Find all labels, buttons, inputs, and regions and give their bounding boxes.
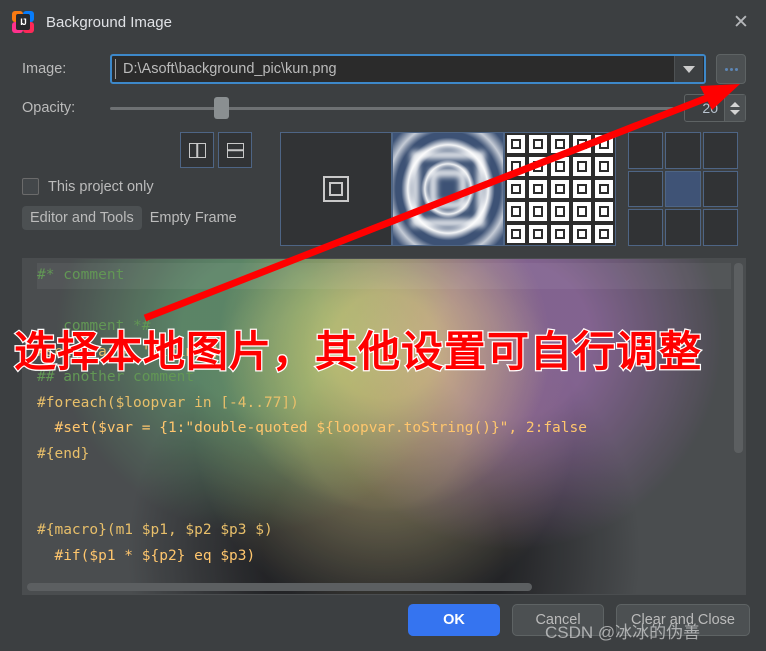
- image-row: Image: D:\Asoft\background_pic\kun.png: [22, 54, 746, 84]
- image-path-combo[interactable]: D:\Asoft\background_pic\kun.png: [110, 54, 706, 84]
- image-label: Image:: [22, 61, 67, 77]
- dialog-footer: OK Cancel Clear and Close: [0, 595, 766, 651]
- preview-vertical-scrollbar[interactable]: [734, 263, 743, 576]
- ok-button[interactable]: OK: [408, 604, 501, 636]
- image-path-input[interactable]: D:\Asoft\background_pic\kun.png: [115, 59, 674, 79]
- opacity-value[interactable]: 20: [685, 95, 724, 121]
- anchor-cell-middle-right[interactable]: [702, 170, 738, 208]
- code-line-11: #if($p1 * ${p2} eq $p3): [37, 547, 256, 564]
- code-line-5: #foreach($loopvar in [-4..77]): [37, 394, 299, 411]
- spinner-down-icon[interactable]: [730, 109, 740, 115]
- fill-tile-option[interactable]: [504, 132, 616, 246]
- code-line-1: #* comment: [37, 267, 125, 283]
- anchor-cell-bottom-center[interactable]: [665, 209, 701, 246]
- spinner-buttons[interactable]: [724, 95, 745, 121]
- tab-editor-and-tools[interactable]: Editor and Tools: [22, 206, 142, 230]
- split-vertical-icon[interactable]: [180, 132, 214, 168]
- tile-icon: [505, 133, 615, 245]
- tab-empty-frame[interactable]: Empty Frame: [142, 206, 245, 230]
- options-strip: This project only Editor and Tools Empty…: [0, 132, 766, 250]
- code-line-4: ## another comment: [37, 369, 195, 385]
- background-image-dialog: IJ Background Image ✕ Image: D:\Asoft\ba…: [0, 0, 766, 651]
- anchor-cell-top-center[interactable]: [665, 132, 701, 169]
- scope-tabs: Editor and Tools Empty Frame: [22, 206, 280, 230]
- fill-center-option[interactable]: [280, 132, 392, 246]
- code-line-2: comment *#: [37, 318, 151, 334]
- fill-scale-option[interactable]: [392, 132, 504, 246]
- anchor-cell-top-right[interactable]: [702, 132, 738, 169]
- anchor-cell-bottom-right[interactable]: [702, 209, 738, 246]
- left-options: This project only Editor and Tools Empty…: [22, 132, 280, 250]
- anchor-cell-middle-center[interactable]: [665, 170, 701, 208]
- intellij-idea-icon: IJ: [12, 11, 34, 33]
- code-line-3: #set($var = 'string'): [37, 343, 221, 360]
- code-line-10: #{macro}(m1 $p1, $p2 $p3 $): [37, 522, 273, 538]
- chevron-down-icon[interactable]: [674, 56, 703, 82]
- form-area: Image: D:\Asoft\background_pic\kun.png O…: [0, 44, 766, 132]
- code-line-6: #set($var = {1:"double-quoted ${loopvar.…: [37, 420, 587, 436]
- browse-button[interactable]: [716, 54, 746, 84]
- checkbox-box[interactable]: [22, 178, 39, 195]
- anchor-cell-middle-left[interactable]: [628, 170, 664, 208]
- code-preview[interactable]: #* comment comment *# #set($var = 'strin…: [22, 258, 746, 595]
- code-sample: #* comment comment *# #set($var = 'strin…: [23, 259, 731, 580]
- anchor-position-grid: [628, 132, 738, 246]
- opacity-stepper[interactable]: 20: [684, 94, 746, 122]
- slider-thumb[interactable]: [214, 97, 230, 119]
- clear-and-close-button[interactable]: Clear and Close: [616, 604, 750, 636]
- cancel-button[interactable]: Cancel: [512, 604, 605, 636]
- anchor-cell-bottom-left[interactable]: [628, 209, 664, 246]
- split-horizontal-icon[interactable]: [218, 132, 252, 168]
- slider-track: [110, 107, 674, 110]
- anchor-cell-top-left[interactable]: [628, 132, 664, 169]
- opacity-row: Opacity: 20: [22, 94, 746, 122]
- center-icon: [323, 176, 349, 202]
- spinner-up-icon[interactable]: [730, 101, 740, 107]
- preview-horizontal-scrollbar[interactable]: [27, 583, 729, 591]
- this-project-only-checkbox[interactable]: This project only: [22, 178, 280, 195]
- opacity-slider[interactable]: [110, 95, 674, 121]
- this-project-only-label: This project only: [48, 178, 154, 195]
- titlebar: IJ Background Image ✕: [0, 0, 766, 44]
- window-title: Background Image: [46, 13, 172, 31]
- opacity-label: Opacity:: [22, 100, 76, 116]
- orientation-buttons: [180, 132, 280, 168]
- code-line-7: #{end}: [37, 445, 90, 462]
- fill-mode-options: [280, 132, 616, 250]
- close-icon[interactable]: ✕: [726, 7, 756, 37]
